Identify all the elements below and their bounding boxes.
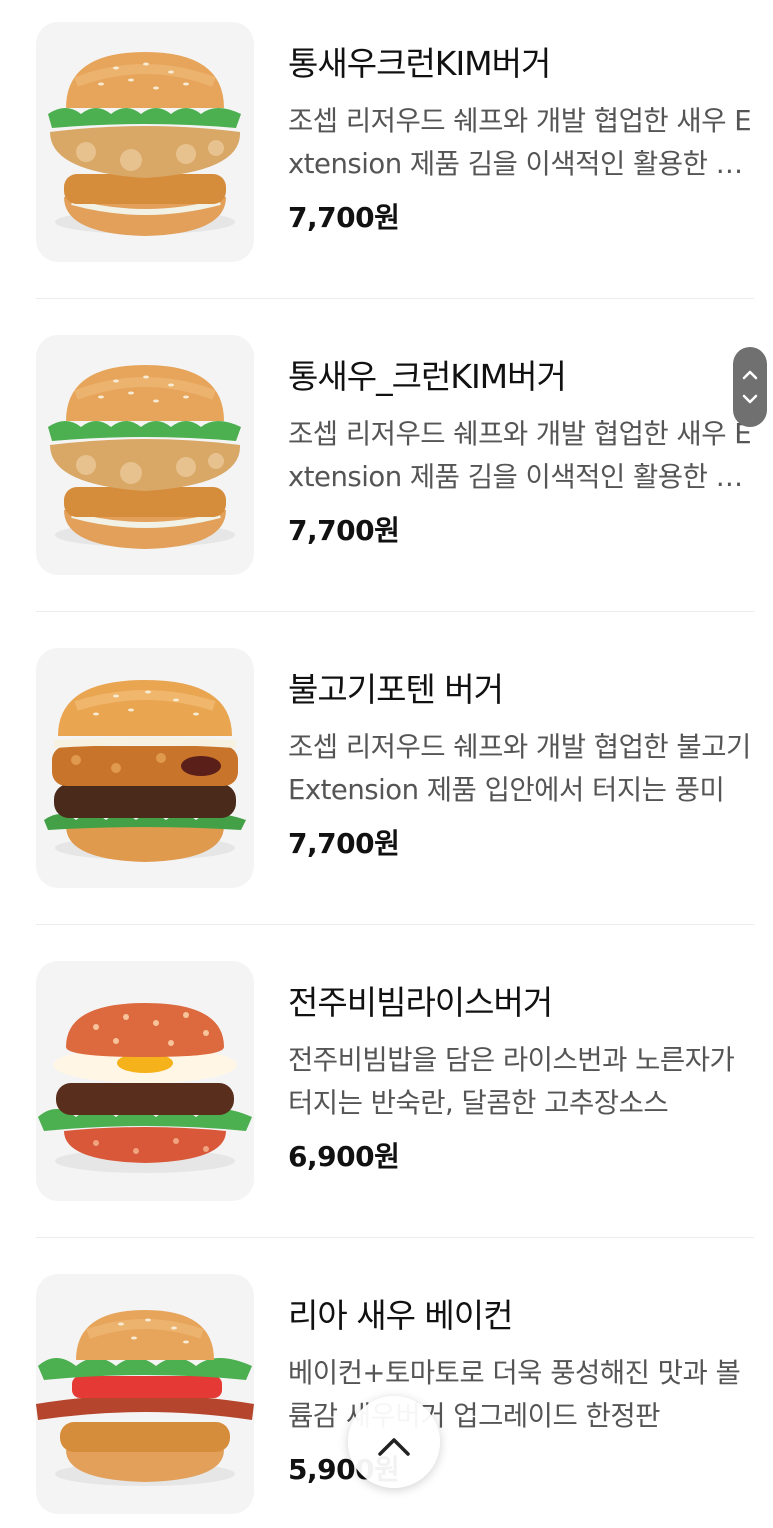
menu-item-name: 리아 새우 베이컨 bbox=[288, 1296, 514, 1335]
menu-item-price: 7,700원 bbox=[288, 827, 400, 860]
menu-item[interactable]: 전주비빔라이스버거 전주비빔밥을 담은 라이스번과 노른자가 터지는 반숙란, … bbox=[36, 961, 754, 1201]
menu-item[interactable]: 통새우_크런KIM버거 조셉 리저우드 쉐프와 개발 협업한 새우 Extens… bbox=[36, 335, 754, 575]
burger-image bbox=[36, 961, 254, 1201]
menu-item-description: 조셉 리저우드 쉐프와 개발 협업한 불고기 Extension 제품 입안에서… bbox=[288, 731, 751, 806]
menu-item-info: 통새우_크런KIM버거 조셉 리저우드 쉐프와 개발 협업한 새우 Extens… bbox=[288, 353, 758, 549]
chevron-down-icon bbox=[742, 394, 758, 404]
fast-scroll-handle[interactable] bbox=[733, 347, 767, 427]
menu-item-info: 통새우크런KIM버거 조셉 리저우드 쉐프와 개발 협업한 새우 Extensi… bbox=[288, 40, 758, 236]
menu-item-name: 전주비빔라이스버거 bbox=[288, 983, 553, 1022]
scroll-to-top-button[interactable] bbox=[348, 1396, 440, 1488]
menu-item-info: 전주비빔라이스버거 전주비빔밥을 담은 라이스번과 노른자가 터지는 반숙란, … bbox=[288, 979, 758, 1175]
menu-item[interactable]: 불고기포텐 버거 조셉 리저우드 쉐프와 개발 협업한 불고기 Extensio… bbox=[36, 648, 754, 888]
chevron-up-icon bbox=[742, 370, 758, 380]
menu-item-description: 전주비빔밥을 담은 라이스번과 노른자가 터지는 반숙란, 달콤한 고추장소스 bbox=[288, 1044, 735, 1119]
menu-item[interactable]: 통새우크런KIM버거 조셉 리저우드 쉐프와 개발 협업한 새우 Extensi… bbox=[36, 22, 754, 262]
chevron-up-icon bbox=[378, 1438, 410, 1456]
menu-item-description: 조셉 리저우드 쉐프와 개발 협업한 새우 Extension 제품 김을 이색… bbox=[288, 105, 752, 180]
burger-image bbox=[36, 1274, 254, 1514]
divider bbox=[36, 298, 754, 299]
divider bbox=[36, 1237, 754, 1238]
menu-item-price: 7,700원 bbox=[288, 201, 400, 234]
divider bbox=[36, 924, 754, 925]
menu-item-name: 통새우_크런KIM버거 bbox=[288, 357, 567, 396]
burger-image bbox=[36, 648, 254, 888]
burger-image bbox=[36, 335, 254, 575]
menu-item-name: 불고기포텐 버거 bbox=[288, 670, 504, 709]
menu-item-info: 불고기포텐 버거 조셉 리저우드 쉐프와 개발 협업한 불고기 Extensio… bbox=[288, 666, 758, 862]
menu-item-price: 7,700원 bbox=[288, 514, 400, 547]
menu-item-price: 6,900원 bbox=[288, 1140, 400, 1173]
menu-item-description: 조셉 리저우드 쉐프와 개발 협업한 새우 Extension 제품 김을 이색… bbox=[288, 418, 752, 493]
menu-item-name: 통새우크런KIM버거 bbox=[288, 44, 551, 83]
burger-image bbox=[36, 22, 254, 262]
divider bbox=[36, 611, 754, 612]
